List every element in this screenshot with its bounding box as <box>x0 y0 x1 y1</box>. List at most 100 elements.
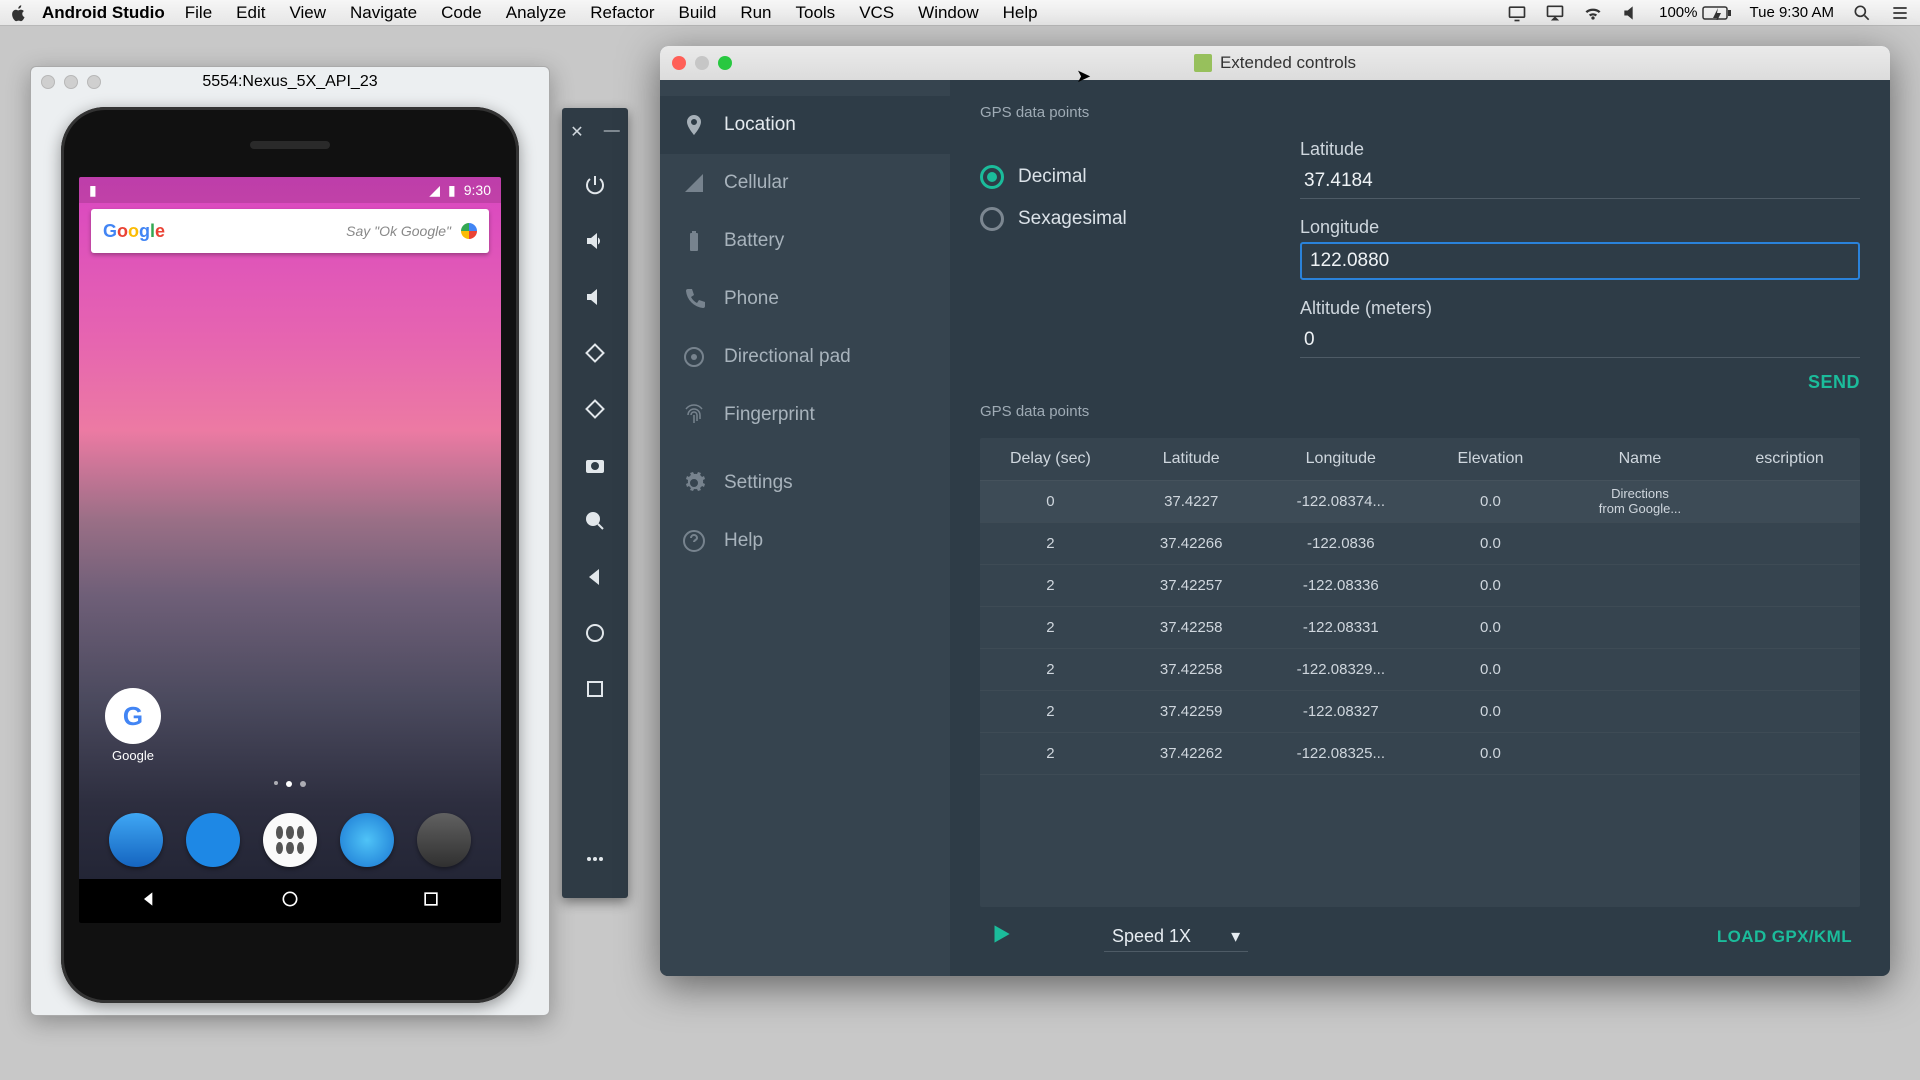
menu-list-icon[interactable] <box>1890 3 1910 23</box>
menu-navigate[interactable]: Navigate <box>350 3 417 23</box>
camera-app-icon[interactable] <box>417 813 471 867</box>
wifi-icon[interactable] <box>1583 3 1603 23</box>
sidebar-item-cellular[interactable]: Cellular <box>660 154 950 212</box>
load-gpx-button[interactable]: LOAD GPX/KML <box>1717 927 1852 947</box>
search-hint: Say "Ok Google" <box>346 223 451 239</box>
airplay-icon[interactable] <box>1545 3 1565 23</box>
minimize-traffic-light[interactable] <box>695 56 709 70</box>
menu-build[interactable]: Build <box>679 3 717 23</box>
app-name[interactable]: Android Studio <box>42 3 165 23</box>
screen-mirror-icon[interactable] <box>1507 3 1527 23</box>
signal-icon: ◢ <box>429 182 440 199</box>
menu-analyze[interactable]: Analyze <box>506 3 566 23</box>
home-dock <box>79 803 501 877</box>
macos-menubar: Android Studio File Edit View Navigate C… <box>0 0 1920 26</box>
chevron-down-icon: ▾ <box>1231 926 1240 947</box>
power-button[interactable] <box>562 160 628 210</box>
sdcard-icon: ▮ <box>89 182 97 199</box>
spotlight-icon[interactable] <box>1852 3 1872 23</box>
menu-refactor[interactable]: Refactor <box>590 3 654 23</box>
home-pager <box>79 781 501 787</box>
gps-section-header-1: GPS data points <box>980 104 1860 121</box>
rotate-right-button[interactable] <box>562 384 628 434</box>
back-nav-button[interactable] <box>562 552 628 602</box>
table-header: Delay (sec) Latitude Longitude Elevation… <box>980 438 1860 481</box>
home-nav-button[interactable] <box>562 608 628 658</box>
sidebar-item-dpad[interactable]: Directional pad <box>660 328 950 386</box>
volume-up-button[interactable] <box>562 216 628 266</box>
google-app-icon[interactable]: G Google <box>105 688 161 763</box>
sidebar-item-fingerprint[interactable]: Fingerprint <box>660 386 950 444</box>
apple-logo-icon <box>10 4 28 22</box>
extended-titlebar[interactable]: Extended controls <box>660 46 1890 80</box>
mic-icon[interactable] <box>461 223 477 239</box>
sidebar-item-location[interactable]: Location <box>660 96 950 154</box>
table-row[interactable]: 237.42259-122.083270.0 <box>980 691 1860 733</box>
google-search-bar[interactable]: Google Say "Ok Google" <box>91 209 489 253</box>
gps-table: Delay (sec) Latitude Longitude Elevation… <box>980 438 1860 907</box>
android-navbar <box>79 879 501 923</box>
back-button[interactable] <box>139 889 159 914</box>
speed-select[interactable]: Speed 1X▾ <box>1104 922 1248 952</box>
emulator-title: 5554:Nexus_5X_API_23 <box>202 73 377 91</box>
table-row[interactable]: 237.42257-122.083360.0 <box>980 565 1860 607</box>
menu-help[interactable]: Help <box>1003 3 1038 23</box>
recents-button[interactable] <box>421 889 441 914</box>
screenshot-button[interactable] <box>562 440 628 490</box>
sidebar-item-help[interactable]: Help <box>660 512 950 570</box>
table-row[interactable]: 237.42258-122.083310.0 <box>980 607 1860 649</box>
table-row[interactable]: 037.4227-122.08374...0.0Directions from … <box>980 481 1860 523</box>
home-button[interactable] <box>280 889 300 914</box>
send-button[interactable]: SEND <box>1808 372 1860 393</box>
extended-title: Extended controls <box>1220 53 1356 73</box>
play-button[interactable] <box>988 921 1014 952</box>
more-button[interactable] <box>562 834 628 884</box>
radio-sexagesimal[interactable]: Sexagesimal <box>980 207 1240 231</box>
table-row[interactable]: 237.42258-122.08329...0.0 <box>980 649 1860 691</box>
menu-window[interactable]: Window <box>918 3 978 23</box>
battery-status[interactable]: 100% <box>1659 4 1731 21</box>
android-statusbar: ▮ ◢ ▮ 9:30 <box>79 177 501 203</box>
phone-app-icon[interactable] <box>109 813 163 867</box>
toolbar-minimize-button[interactable]: — <box>604 122 620 142</box>
zoom-traffic-light[interactable] <box>718 56 732 70</box>
sidebar-item-phone[interactable]: Phone <box>660 270 950 328</box>
volume-down-button[interactable] <box>562 272 628 322</box>
mouse-cursor: ➤ <box>1076 66 1091 87</box>
rotate-left-button[interactable] <box>562 328 628 378</box>
status-time: 9:30 <box>464 182 491 198</box>
emulator-titlebar[interactable]: 5554:Nexus_5X_API_23 <box>31 67 549 97</box>
overview-nav-button[interactable] <box>562 664 628 714</box>
sidebar-item-battery[interactable]: Battery <box>660 212 950 270</box>
menu-file[interactable]: File <box>185 3 212 23</box>
menu-run[interactable]: Run <box>740 3 771 23</box>
altitude-field: Altitude (meters) <box>1300 298 1860 358</box>
battery-icon: ▮ <box>448 182 456 199</box>
longitude-input[interactable] <box>1300 242 1860 280</box>
phone-frame: ▮ ◢ ▮ 9:30 Google Say "Ok Google" G Goog… <box>61 107 519 1003</box>
phone-screen[interactable]: ▮ ◢ ▮ 9:30 Google Say "Ok Google" G Goog… <box>79 177 501 923</box>
browser-app-icon[interactable] <box>340 813 394 867</box>
menu-view[interactable]: View <box>289 3 326 23</box>
menu-edit[interactable]: Edit <box>236 3 265 23</box>
menu-vcs[interactable]: VCS <box>859 3 894 23</box>
traffic-lights[interactable] <box>41 75 101 89</box>
zoom-button[interactable] <box>562 496 628 546</box>
menu-code[interactable]: Code <box>441 3 482 23</box>
table-row[interactable]: 237.42266-122.08360.0 <box>980 523 1860 565</box>
app-drawer-icon[interactable] <box>263 813 317 867</box>
toolbar-close-button[interactable]: ✕ <box>570 122 583 142</box>
table-row[interactable]: 237.42262-122.08325...0.0 <box>980 733 1860 775</box>
menu-tools[interactable]: Tools <box>796 3 836 23</box>
radio-decimal[interactable]: Decimal <box>980 165 1240 189</box>
sidebar-item-settings[interactable]: Settings <box>660 454 950 512</box>
extended-content: GPS data points Decimal Sexagesimal Lati… <box>950 80 1890 976</box>
latitude-input[interactable] <box>1300 164 1860 199</box>
menubar-clock[interactable]: Tue 9:30 AM <box>1750 4 1835 21</box>
altitude-input[interactable] <box>1300 323 1860 358</box>
messages-app-icon[interactable] <box>186 813 240 867</box>
emulator-window: 5554:Nexus_5X_API_23 ▮ ◢ ▮ 9:30 Google S… <box>30 66 550 1016</box>
close-traffic-light[interactable] <box>672 56 686 70</box>
extended-controls-window: Extended controls Location Cellular Batt… <box>660 46 1890 976</box>
volume-icon[interactable] <box>1621 3 1641 23</box>
